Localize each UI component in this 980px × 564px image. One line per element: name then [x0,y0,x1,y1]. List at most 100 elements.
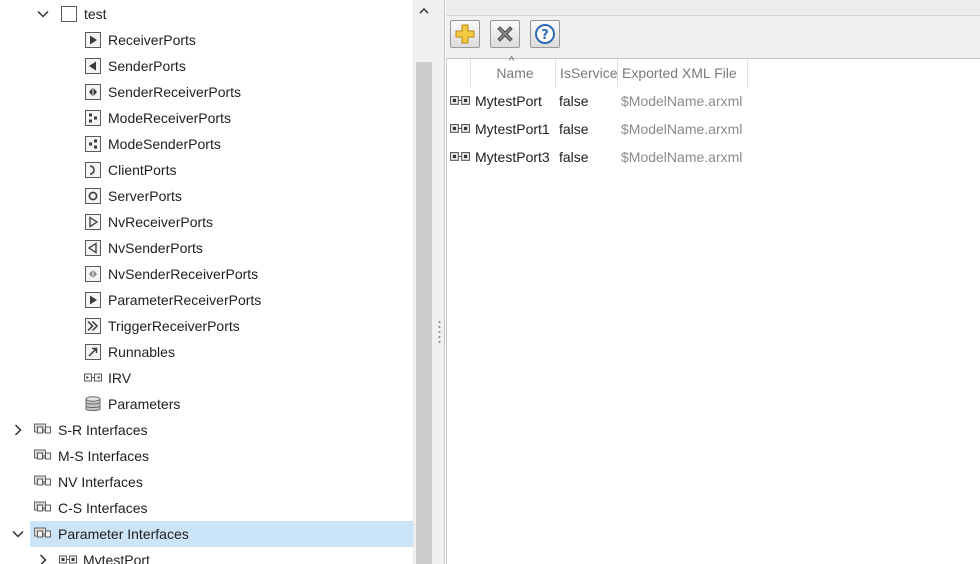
checkbox-icon [61,6,77,22]
tree-item-label: NvSenderReceiverPorts [108,266,259,282]
runnable-icon [85,344,101,360]
irv-icon [84,373,102,382]
splitter-grip-icon [438,321,441,343]
database-icon [85,396,101,411]
tree-item-content[interactable]: ParameterReceiverPorts [80,287,267,313]
cell-name[interactable]: MytestPort3 [475,143,550,171]
tree-item-content[interactable]: S-R Interfaces [30,417,153,443]
tree-item-label: M-S Interfaces [58,448,150,464]
column-header-name[interactable]: Name ^ [471,55,556,87]
tree-item-content[interactable]: NvReceiverPorts [80,209,219,235]
parameter-receiver-port-icon [85,292,101,308]
tree-item[interactable]: ModeReceiverPorts [0,105,413,131]
chevron-right-icon[interactable] [11,423,25,437]
column-name-label: Name [496,65,534,81]
table-row[interactable]: MytestPort3 false $ModelName.arxml [447,143,980,171]
cell-name[interactable]: MytestPort1 [475,115,550,143]
tree-item[interactable]: ParameterReceiverPorts [0,287,413,313]
nv-sender-port-icon [85,240,101,256]
tree-item[interactable]: NV Interfaces [0,469,413,495]
tree-item-content[interactable]: Parameters [80,391,186,417]
tree-item[interactable]: ServerPorts [0,183,413,209]
tree-item[interactable]: NvReceiverPorts [0,209,413,235]
tree-item-content[interactable]: TriggerReceiverPorts [80,313,246,339]
model-tree[interactable]: test ReceiverPorts SenderPorts SenderReceiv… [0,0,413,564]
cell-xml-file[interactable]: $ModelName.arxml [621,87,742,115]
tree-item-content[interactable]: test [56,1,113,27]
tree-item[interactable]: NvSenderPorts [0,235,413,261]
scroll-up-icon[interactable] [418,5,430,17]
tree-item-content[interactable]: NvSenderReceiverPorts [80,261,264,287]
tree-item[interactable]: MytestPort [0,547,413,564]
tree-item-label: TriggerReceiverPorts [108,318,240,334]
tree-item-label: ParameterReceiverPorts [108,292,262,308]
add-button[interactable] [450,20,480,48]
scrollbar-thumb[interactable] [416,62,432,564]
tree-item[interactable]: SenderPorts [0,53,413,79]
tree-item-content[interactable]: ModeSenderPorts [80,131,227,157]
cell-xml-file[interactable]: $ModelName.arxml [621,115,742,143]
tree-item-content[interactable]: C-S Interfaces [30,495,153,521]
tree-item[interactable]: M-S Interfaces [0,443,413,469]
tree-item-label: Runnables [108,344,175,360]
tree-item-label: Parameters [108,396,181,412]
tree-item-content[interactable]: ModeReceiverPorts [80,105,237,131]
tree-scrollbar[interactable] [413,0,434,564]
sender-receiver-port-icon [85,84,101,100]
tree-item[interactable]: test [0,1,413,27]
chevron-right-icon[interactable] [36,553,50,564]
cell-isservice[interactable]: false [559,115,589,143]
tree-item-content[interactable]: ReceiverPorts [80,27,202,53]
tree-item-content[interactable]: MytestPort [55,547,156,564]
mode-receiver-port-icon [85,110,101,126]
tree-item-label: ServerPorts [108,188,182,204]
delete-button[interactable] [490,20,520,48]
tree-item-content[interactable]: NV Interfaces [30,469,149,495]
tree-item[interactable]: SenderReceiverPorts [0,79,413,105]
table-row[interactable]: MytestPort false $ModelName.arxml [447,87,980,115]
tree-item[interactable]: ModeSenderPorts [0,131,413,157]
tree-item-content[interactable]: IRV [80,365,137,391]
tree-item-content[interactable]: Parameter Interfaces [30,521,413,547]
tree-item[interactable]: S-R Interfaces [0,417,413,443]
cell-isservice[interactable]: false [559,87,589,115]
column-isservice-label: IsService [560,65,618,81]
cell-name[interactable]: MytestPort [475,87,542,115]
tree-item-content[interactable]: SenderReceiverPorts [80,79,247,105]
tree-item[interactable]: NvSenderReceiverPorts [0,261,413,287]
tree-item-content[interactable]: ServerPorts [80,183,188,209]
chevron-down-icon[interactable] [11,527,25,541]
port-interface-icon [450,152,470,161]
tree-item-label: S-R Interfaces [58,422,148,438]
tree-item[interactable]: C-S Interfaces [0,495,413,521]
interface-icon [34,449,51,460]
column-header-isservice[interactable]: IsService [556,59,618,87]
cell-isservice[interactable]: false [559,143,589,171]
receiver-port-icon [85,32,101,48]
mode-sender-port-icon [85,136,101,152]
tree-item-content[interactable]: M-S Interfaces [30,443,155,469]
tree-item[interactable]: Parameters [0,391,413,417]
tree-item-content[interactable]: Runnables [80,339,181,365]
tree-item[interactable]: TriggerReceiverPorts [0,313,413,339]
tree-item-content[interactable]: SenderPorts [80,53,192,79]
help-button[interactable]: ? [530,20,560,48]
trigger-receiver-port-icon [85,318,101,334]
table-row[interactable]: MytestPort1 false $ModelName.arxml [447,115,980,143]
ports-table: Name ^ IsService Exported XML File Mytes… [446,55,980,564]
panel-splitter[interactable] [434,0,445,564]
tree-item[interactable]: ReceiverPorts [0,27,413,53]
tree-item-content[interactable]: NvSenderPorts [80,235,209,261]
client-port-icon [85,162,101,178]
row-header-column [447,59,471,87]
tree-item[interactable]: Parameter Interfaces [0,521,413,547]
tree-item-content[interactable]: ClientPorts [80,157,182,183]
interface-icon [34,527,51,538]
tree-item[interactable]: IRV [0,365,413,391]
column-header-xml-file[interactable]: Exported XML File [618,59,748,87]
tree-item[interactable]: Runnables [0,339,413,365]
help-icon: ? [535,24,555,44]
chevron-down-icon[interactable] [36,7,50,21]
cell-xml-file[interactable]: $ModelName.arxml [621,143,742,171]
tree-item[interactable]: ClientPorts [0,157,413,183]
